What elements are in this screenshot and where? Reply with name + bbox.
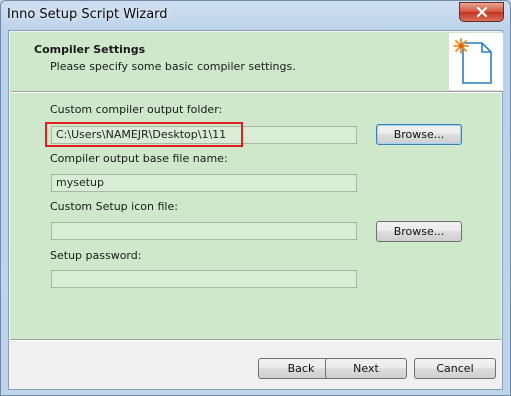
icon-file-field[interactable] [51, 222, 357, 240]
wizard-window: Inno Setup Script Wizard Compiler Settin… [0, 0, 511, 396]
base-file-name-label: Compiler output base file name: [50, 152, 228, 165]
page-title: Compiler Settings [34, 43, 146, 56]
close-button[interactable] [459, 2, 504, 22]
password-field[interactable] [51, 270, 357, 288]
window-title: Inno Setup Script Wizard [7, 7, 168, 22]
password-label: Setup password: [50, 249, 142, 262]
next-button[interactable]: Next [325, 358, 407, 379]
page-subtitle: Please specify some basic compiler setti… [50, 60, 296, 73]
title-bar[interactable]: Inno Setup Script Wizard [1, 1, 510, 30]
icon-file-label: Custom Setup icon file: [50, 200, 178, 213]
browse-output-folder-button[interactable]: Browse... [376, 124, 462, 145]
close-icon [476, 7, 488, 17]
wizard-page: Compiler Settings Please specify some ba… [10, 32, 503, 339]
header-divider [11, 91, 502, 93]
browse-icon-file-button[interactable]: Browse... [376, 221, 462, 242]
output-folder-field[interactable]: C:\Users\NAMEJR\Desktop\1\11 [51, 126, 357, 144]
document-star-icon [448, 33, 503, 91]
base-file-name-field[interactable]: mysetup [51, 174, 357, 192]
footer-divider [10, 339, 501, 341]
wizard-client-area: Compiler Settings Please specify some ba… [8, 30, 503, 390]
cancel-button[interactable]: Cancel [414, 358, 496, 379]
output-folder-label: Custom compiler output folder: [50, 103, 223, 116]
